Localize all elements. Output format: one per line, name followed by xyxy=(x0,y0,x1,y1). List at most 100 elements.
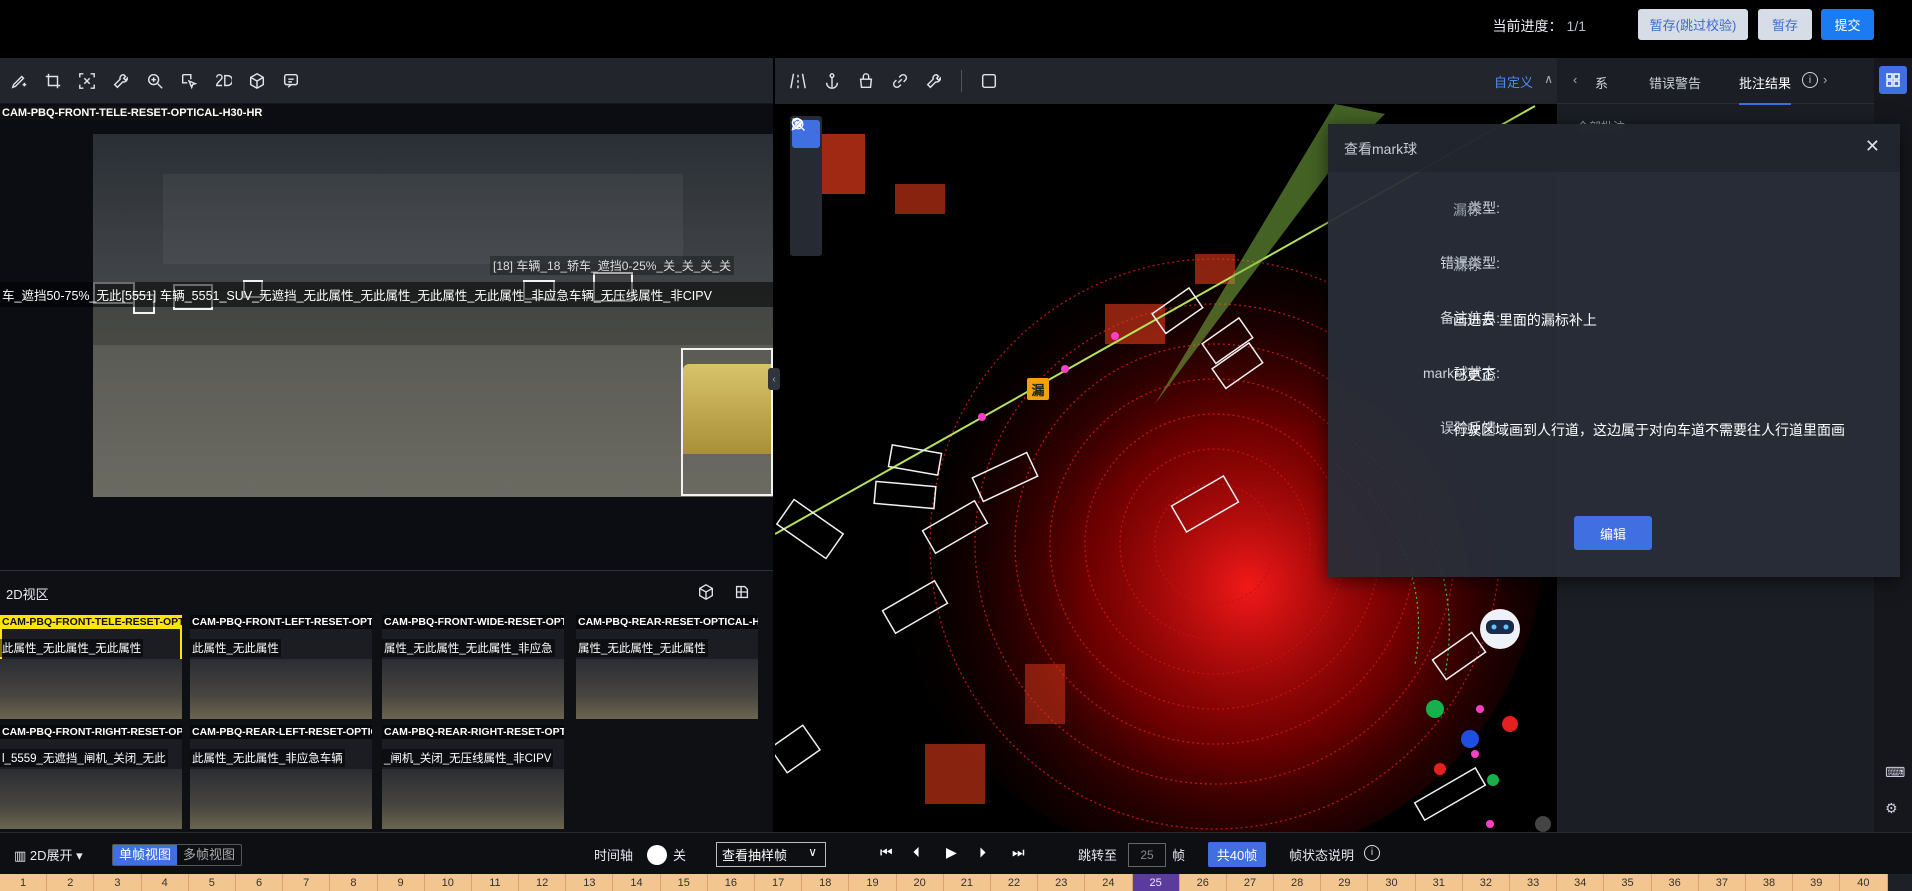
info-icon[interactable]: i xyxy=(1802,72,1818,88)
select-plus-icon[interactable] xyxy=(176,68,202,94)
keyboard-icon[interactable]: ⌨ xyxy=(1885,764,1905,781)
frame-cell[interactable]: 22 xyxy=(990,874,1039,891)
frame-cell[interactable]: 16 xyxy=(707,874,755,891)
save-skip-validation-button[interactable]: 暂存(跳过校验) xyxy=(1638,9,1748,40)
skip-last-icon[interactable]: ⏭ xyxy=(1012,844,1025,861)
submit-button[interactable]: 提交 xyxy=(1821,9,1874,40)
frame-cell[interactable]: 34 xyxy=(1557,874,1605,891)
skip-first-icon[interactable]: ⏮ xyxy=(880,844,893,861)
frame-cell[interactable]: 28 xyxy=(1274,874,1322,891)
layout-icon[interactable] xyxy=(733,583,751,601)
frame-cell[interactable]: 19 xyxy=(849,874,897,891)
frame-cell[interactable]: 13 xyxy=(566,874,614,891)
tab-annotation-results[interactable]: 批注结果 xyxy=(1739,73,1792,105)
camera-thumbnail[interactable]: CAM-PBQ-FRONT-WIDE-RESET-OPTICAL 属性_无此属性… xyxy=(382,615,564,719)
frame-cell[interactable]: 1 xyxy=(0,874,48,891)
frame-cell[interactable]: 12 xyxy=(519,874,567,891)
frame-cell[interactable]: 35 xyxy=(1604,874,1652,891)
frame-cell[interactable]: 14 xyxy=(613,874,661,891)
custom-view-link[interactable]: 自定义 xyxy=(1494,72,1533,91)
frame-cell[interactable]: 20 xyxy=(896,874,944,891)
comment-icon[interactable] xyxy=(278,68,304,94)
frame-cell[interactable]: 36 xyxy=(1651,874,1699,891)
collapse-handle[interactable]: ‹ xyxy=(768,368,780,390)
frame-cell[interactable]: 21 xyxy=(943,874,991,891)
edit-icon[interactable] xyxy=(791,119,820,183)
info-icon[interactable]: i xyxy=(1364,845,1380,861)
chevron-left-icon[interactable]: ‹ xyxy=(1573,72,1577,87)
frame-cell[interactable]: 40 xyxy=(1840,874,1888,891)
frame-cell[interactable]: 7 xyxy=(283,874,331,891)
frame-cell[interactable]: 2 xyxy=(47,874,95,891)
frame-cell[interactable]: 29 xyxy=(1321,874,1369,891)
frame-cell[interactable]: 27 xyxy=(1226,874,1275,891)
tab-error-warning[interactable]: 错误警告 xyxy=(1649,73,1701,92)
zoom-in-icon[interactable] xyxy=(791,117,820,218)
camera-thumbnail[interactable]: CAM-PBQ-FRONT-TELE-RESET-OPTICAL 此属性_无此属… xyxy=(0,615,182,719)
frame-cell[interactable]: 6 xyxy=(235,874,284,891)
cube-icon[interactable] xyxy=(244,68,270,94)
grid-icon[interactable] xyxy=(1879,66,1907,94)
frame-cell[interactable]: 5 xyxy=(188,874,236,891)
crop-icon[interactable] xyxy=(40,68,66,94)
frame-cell[interactable]: 3 xyxy=(94,874,142,891)
frame-cell[interactable]: 26 xyxy=(1179,874,1227,891)
frame-cell[interactable]: 9 xyxy=(377,874,425,891)
multi-frame-view-option[interactable]: 多帧视图 xyxy=(177,845,241,865)
camera-thumbnail[interactable]: CAM-PBQ-FRONT-RIGHT-RESET-OPTICAL l_5559… xyxy=(0,725,182,829)
jump-frame-input[interactable]: 25 xyxy=(1128,843,1166,867)
bucket-icon[interactable] xyxy=(853,68,879,94)
frame-cell[interactable]: 38 xyxy=(1745,874,1794,891)
frame-cell[interactable]: 8 xyxy=(330,874,378,891)
frame-status-help[interactable]: 帧状态说明 xyxy=(1289,845,1354,864)
close-icon[interactable]: ✕ xyxy=(1865,136,1880,157)
tab-system[interactable]: 系 xyxy=(1595,73,1608,92)
frame-cell[interactable]: 11 xyxy=(471,874,520,891)
frame-cell[interactable]: 33 xyxy=(1510,874,1558,891)
save-button[interactable]: 暂存 xyxy=(1758,9,1812,40)
play-icon[interactable]: ▶ xyxy=(946,844,957,861)
timeline-toggle[interactable] xyxy=(647,845,667,865)
camera-thumbnail[interactable]: CAM-PBQ-REAR-RESET-OPTICAL-H50- 属性_无此属性_… xyxy=(576,615,758,719)
frame-cell[interactable]: 25 xyxy=(1132,874,1180,891)
prev-frame-icon[interactable]: ⏴ xyxy=(913,844,920,861)
camera-thumbnail[interactable]: CAM-PBQ-FRONT-LEFT-RESET-OPTICAL 此属性_无此属… xyxy=(190,615,372,719)
frame-cell[interactable]: 15 xyxy=(660,874,708,891)
frame-cell[interactable]: 18 xyxy=(802,874,850,891)
zoom-out-icon[interactable] xyxy=(791,117,820,253)
frame-cell[interactable]: 30 xyxy=(1368,874,1416,891)
bounding-box[interactable] xyxy=(681,348,773,496)
2d-icon[interactable] xyxy=(210,68,236,94)
link-icon[interactable] xyxy=(887,68,913,94)
next-frame-icon[interactable]: ⏵ xyxy=(979,844,986,861)
3d-view-icon[interactable] xyxy=(697,583,715,601)
frame-cell[interactable]: 39 xyxy=(1793,874,1841,891)
leak-mark-tag[interactable]: 漏 xyxy=(1027,378,1049,400)
sample-frame-select[interactable]: 查看抽样帧 ∨ xyxy=(716,842,826,867)
wrench-icon[interactable] xyxy=(921,68,947,94)
zoom-in-icon[interactable] xyxy=(142,68,168,94)
pen-plus-icon[interactable] xyxy=(6,68,32,94)
frame-cell[interactable]: 31 xyxy=(1415,874,1463,891)
expand-2d-toggle[interactable]: ▥ 2D展开 ▾ xyxy=(14,845,83,864)
main-camera-view[interactable]: CAM-PBQ-FRONT-TELE-RESET-OPTICAL-H30-HR … xyxy=(0,104,773,570)
focus-icon[interactable] xyxy=(74,68,100,94)
camera-thumbnail[interactable]: CAM-PBQ-REAR-LEFT-RESET-OPTICAL 此属性_无此属性… xyxy=(190,725,372,829)
camera-thumbnail[interactable]: CAM-PBQ-REAR-RIGHT-RESET-OPTICAL-H99-HR … xyxy=(382,725,564,829)
single-frame-view-option[interactable]: 单帧视图 xyxy=(113,845,178,865)
frame-cell[interactable]: 4 xyxy=(141,874,189,891)
road-icon[interactable] xyxy=(785,68,811,94)
frame-cell[interactable]: 17 xyxy=(755,874,803,891)
anchor-icon[interactable] xyxy=(819,68,845,94)
gear-icon[interactable]: ⚙ xyxy=(1885,800,1898,817)
chevron-up-icon[interactable]: ∧ xyxy=(1544,72,1553,86)
edit-button[interactable]: 编辑 xyxy=(1574,516,1652,550)
rect-select-icon[interactable] xyxy=(976,68,1002,94)
frame-cell[interactable]: 24 xyxy=(1085,874,1133,891)
frame-cell[interactable]: 23 xyxy=(1038,874,1086,891)
chevron-right-icon[interactable]: › xyxy=(1823,72,1827,87)
frame-cell[interactable]: 37 xyxy=(1698,874,1746,891)
wrench-icon[interactable] xyxy=(108,68,134,94)
frame-cell[interactable]: 32 xyxy=(1462,874,1510,891)
frame-cell[interactable]: 10 xyxy=(424,874,472,891)
